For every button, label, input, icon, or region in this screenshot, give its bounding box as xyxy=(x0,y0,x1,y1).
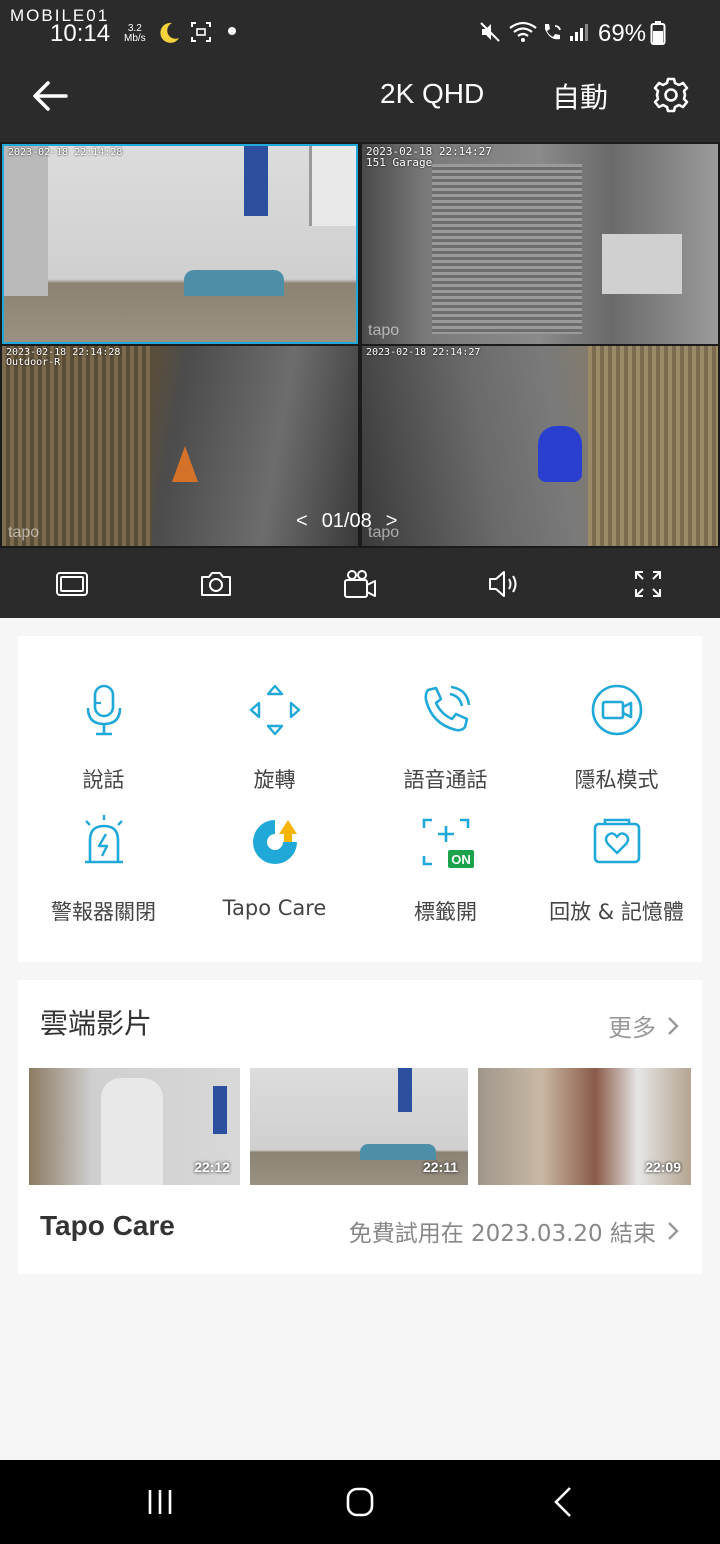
notification-dot-icon xyxy=(228,27,236,35)
tapo-watermark: tapo xyxy=(8,524,40,541)
tag-toggle-button[interactable]: ON 標籤開 xyxy=(360,812,531,926)
cloud-clip-2[interactable]: 22:11 xyxy=(250,1068,468,1185)
sofa xyxy=(360,1144,436,1160)
privacy-camera-icon xyxy=(591,684,642,736)
mode-selector[interactable]: 自動 xyxy=(552,76,608,116)
chevron-right-icon xyxy=(668,1222,679,1240)
feature-label: 標籤開 xyxy=(414,900,477,924)
battery-level: 69% xyxy=(598,20,647,47)
stored-boxes xyxy=(602,234,682,294)
signal-icon xyxy=(570,24,588,41)
prev-page-button[interactable]: < xyxy=(296,510,308,533)
clip-time: 22:12 xyxy=(194,1159,230,1175)
pan-tilt-icon xyxy=(249,684,300,736)
scooter xyxy=(538,426,582,482)
camera-timestamp: 2023-02-18 22:14:27 xyxy=(366,347,481,358)
person-figure xyxy=(101,1078,163,1185)
wifi-icon xyxy=(509,21,537,42)
feature-label: Tapo Care xyxy=(222,896,327,920)
garage-shutter xyxy=(432,164,582,334)
window xyxy=(309,146,356,226)
playback-icon xyxy=(593,818,640,864)
screenshot-icon xyxy=(191,22,211,42)
system-back-icon[interactable] xyxy=(544,1484,584,1520)
feature-label: 警報器關閉 xyxy=(51,900,156,924)
clip-time: 22:11 xyxy=(422,1159,458,1175)
app-bar: 2K QHD 自動 xyxy=(0,62,720,142)
battery-icon xyxy=(650,21,666,45)
feature-label: 語音通話 xyxy=(403,768,488,792)
traffic-cone xyxy=(172,446,198,482)
door-frame xyxy=(4,146,48,296)
network-speed-unit: Mb/s xyxy=(124,33,146,44)
rotate-button[interactable]: 旋轉 xyxy=(189,680,360,794)
more-label: 更多 xyxy=(608,1014,656,1042)
resolution-selector[interactable]: 2K QHD xyxy=(380,78,484,110)
clock: 10:14 xyxy=(50,20,111,47)
mute-icon xyxy=(480,22,500,42)
clip-time: 22:09 xyxy=(645,1159,681,1175)
voice-call-button[interactable]: 語音通話 xyxy=(360,680,531,794)
snapshot-camera-icon[interactable] xyxy=(198,566,234,602)
record-video-icon[interactable] xyxy=(342,566,378,602)
alarm-icon xyxy=(84,815,123,864)
page-indicator: 01/08 xyxy=(321,510,372,532)
camera-timestamp: 2023-02-18 22:14:28 Outdoor-R xyxy=(6,347,121,368)
system-nav-bar xyxy=(0,1460,720,1544)
cloud-clip-1[interactable]: 22:12 xyxy=(29,1068,240,1185)
cloud-videos-title: 雲端影片 xyxy=(40,1007,153,1040)
camera-pager: < 01/08 > xyxy=(296,510,397,533)
status-bar: MOBILE01 10:14 3.2 Mb/s 69% xyxy=(0,0,720,62)
gear-icon[interactable] xyxy=(652,76,690,114)
trial-note: 免費試用在 2023.03.20 結束 xyxy=(348,1221,656,1247)
camera-feed-2[interactable]: 2023-02-18 22:14:27 151 Garage tapo xyxy=(362,144,718,344)
next-page-button[interactable]: > xyxy=(386,510,398,533)
shutter-wall xyxy=(2,346,152,546)
talk-button[interactable]: 說話 xyxy=(18,680,189,794)
privacy-mode-button[interactable]: 隱私模式 xyxy=(531,680,702,794)
feature-label: 旋轉 xyxy=(253,768,296,792)
hanging-bag xyxy=(244,146,268,216)
features-card: 說話 旋轉 語音通話 隱私模式 警報器關閉 Tapo Care ON 標籤開 回… xyxy=(18,636,702,962)
phone-call-icon xyxy=(423,685,470,732)
tapo-watermark: tapo xyxy=(368,322,400,339)
camera-timestamp: 2023-02-18 22:14:27 151 Garage xyxy=(366,145,492,169)
tapo-care-icon xyxy=(252,820,297,864)
feature-label: 回放 & 記憶體 xyxy=(549,900,684,924)
home-icon[interactable] xyxy=(340,1484,380,1520)
cloud-videos-card: 雲端影片 更多 22:12 22:11 22:09 Tapo Care 免費試用… xyxy=(18,980,702,1274)
feature-label: 說話 xyxy=(82,768,125,792)
live-view-area: MOBILE01 10:14 3.2 Mb/s 69% 2K QHD 自動 20… xyxy=(0,0,720,618)
control-bar xyxy=(0,548,720,618)
tapo-care-trial-link[interactable]: 免費試用在 2023.03.20 結束 xyxy=(349,1214,680,1248)
tapo-care-title: Tapo Care xyxy=(40,1210,175,1241)
back-arrow-icon[interactable] xyxy=(28,76,72,116)
hanging-bag xyxy=(398,1068,412,1112)
playback-storage-button[interactable]: 回放 & 記憶體 xyxy=(531,812,702,926)
camera-grid: 2023-02-18 22:14:28 2023-02-18 22:14:27 … xyxy=(0,142,720,548)
shutter-wall xyxy=(588,346,718,546)
fullscreen-icon[interactable] xyxy=(630,566,666,602)
tag-on-icon: ON xyxy=(422,818,474,868)
hanging-bag xyxy=(213,1086,227,1134)
chevron-right-icon xyxy=(668,1016,679,1035)
camera-timestamp: 2023-02-18 22:14:28 xyxy=(8,147,123,158)
camera-feed-1[interactable]: 2023-02-18 22:14:28 xyxy=(2,144,358,344)
single-view-icon[interactable] xyxy=(54,566,90,602)
cloud-clip-3[interactable]: 22:09 xyxy=(478,1068,691,1185)
network-speed: 3.2 Mb/s xyxy=(124,24,146,44)
alarm-button[interactable]: 警報器關閉 xyxy=(18,812,189,926)
speaker-icon[interactable] xyxy=(486,566,522,602)
microphone-icon xyxy=(86,684,121,736)
recent-apps-icon[interactable] xyxy=(140,1484,180,1520)
more-link[interactable]: 更多 xyxy=(608,1008,680,1043)
tapo-care-button[interactable]: Tapo Care xyxy=(189,812,360,920)
camera-feed-4[interactable]: 2023-02-18 22:14:27 tapo xyxy=(362,346,718,546)
wifi-call-icon xyxy=(545,24,561,40)
feature-label: 隱私模式 xyxy=(574,768,659,792)
moon-icon xyxy=(160,22,179,43)
on-badge: ON xyxy=(451,852,471,867)
sofa xyxy=(184,270,284,296)
